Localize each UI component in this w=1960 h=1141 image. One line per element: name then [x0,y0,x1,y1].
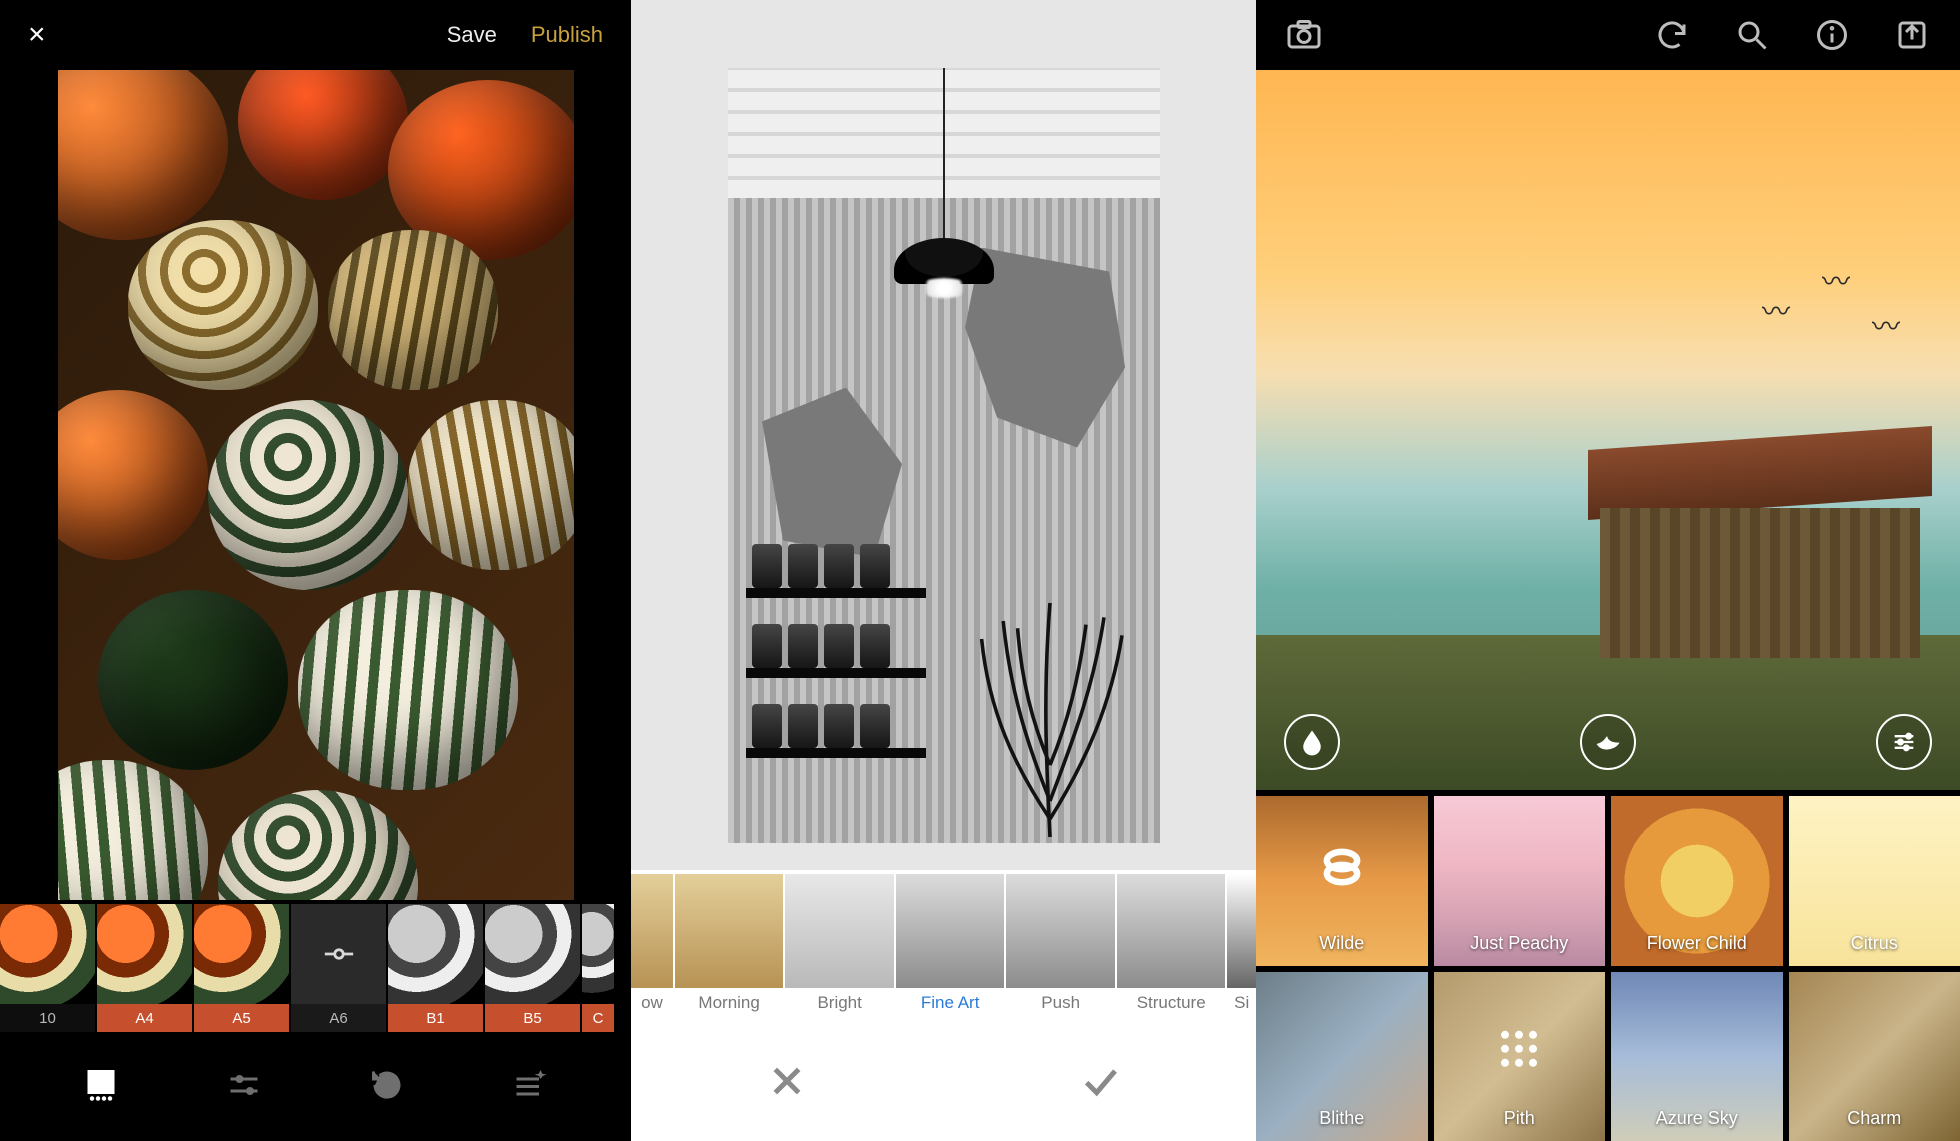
editor-panel-vsco: × Save Publish 10A4A5A6B1B5C [0,0,631,1141]
texture-label: Pith [1504,1108,1535,1129]
filter-thumb [896,874,1005,988]
plant-decoration [960,543,1140,843]
preset-A4[interactable]: A4 [97,904,192,1032]
grid-dots-icon [1501,1031,1537,1067]
photo-image [728,68,1160,843]
filter-label: Morning [675,988,784,1018]
photo-image [58,70,574,900]
filter-bright[interactable]: Bright [785,874,894,1018]
tab-adjust-icon[interactable] [224,1065,264,1105]
filter-fine-art[interactable]: Fine Art [896,874,1005,1018]
preset-label: 10 [0,1004,95,1032]
header-bar [1256,0,1960,70]
texture-wilde[interactable]: Wilde [1256,796,1428,966]
drop-tool-button[interactable] [1284,714,1340,770]
barn-illustration [1600,448,1920,658]
filter-thumb [785,874,894,988]
action-bar [631,1020,1256,1141]
filter-thumb [631,874,673,988]
preset-thumb [485,904,580,1004]
texture-charm[interactable]: Charm [1789,972,1960,1141]
texture-label: Wilde [1319,933,1364,954]
preset-thumb [291,904,386,1004]
preset-thumb [582,904,614,1004]
texture-grid: Wilde Just Peachy Flower Child Citrus Blith… [1256,790,1960,1141]
bird-tool-button[interactable] [1580,714,1636,770]
confirm-button[interactable] [1077,1058,1123,1104]
texture-label: Azure Sky [1656,1108,1738,1129]
sliders-tool-button[interactable] [1876,714,1932,770]
tab-presets-icon[interactable] [81,1065,121,1105]
preset-thumb [97,904,192,1004]
cancel-button[interactable] [764,1058,810,1104]
texture-blithe[interactable]: Blithe [1256,972,1428,1141]
info-icon[interactable] [1812,15,1852,55]
preset-10[interactable]: 10 [0,904,95,1032]
preset-label: A4 [97,1004,192,1032]
texture-label: Just Peachy [1470,933,1568,954]
preset-label: A5 [194,1004,289,1032]
filter-ow[interactable]: ow [631,874,673,1018]
texture-azure-sky[interactable]: Azure Sky [1611,972,1783,1141]
filter-thumb [1006,874,1115,988]
preset-strip[interactable]: 10A4A5A6B1B5C [0,900,631,1036]
filter-thumb [1117,874,1226,988]
bird-icon: 〰 [1762,290,1790,330]
filter-push[interactable]: Push [1006,874,1115,1018]
preset-label: C [582,1004,614,1032]
texture-citrus[interactable]: Citrus [1789,796,1960,966]
filter-label: Structure [1117,988,1226,1018]
tab-history-icon[interactable] [367,1065,407,1105]
preset-A6[interactable]: A6 [291,904,386,1032]
overlay-button-row [1256,714,1960,770]
rings-icon [1316,841,1368,898]
save-button[interactable]: Save [447,22,497,48]
filter-si[interactable]: Si [1227,874,1256,1018]
filter-label: Si [1227,988,1256,1018]
texture-flower-child[interactable]: Flower Child [1611,796,1783,966]
filter-label: Fine Art [896,988,1005,1018]
tab-recipes-icon[interactable] [510,1065,550,1105]
preset-label: B1 [388,1004,483,1032]
filter-label: ow [631,988,673,1018]
share-icon[interactable] [1892,15,1932,55]
texture-label: Citrus [1851,933,1898,954]
preset-thumb [388,904,483,1004]
close-button[interactable]: × [28,20,46,50]
preset-B5[interactable]: B5 [485,904,580,1032]
preset-C[interactable]: C [582,904,614,1032]
filter-morning[interactable]: Morning [675,874,784,1018]
photo-canvas[interactable]: 〰 〰 〰 [1256,70,1960,790]
texture-label: Charm [1847,1108,1901,1129]
editor-panel-textures: 〰 〰 〰 Wilde Just Peachy Flower Child Citrus… [1256,0,1960,1141]
header-actions: Save Publish [447,22,603,48]
filter-strip[interactable]: owMorningBrightFine ArtPushStructureSi [631,870,1256,1020]
preset-label: B5 [485,1004,580,1032]
texture-label: Blithe [1319,1108,1364,1129]
filter-label: Bright [785,988,894,1018]
undo-icon[interactable] [1652,15,1692,55]
texture-label: Flower Child [1647,933,1747,954]
bird-icon: 〰 [1872,305,1900,345]
bottom-tab-bar [0,1036,631,1141]
preset-thumb [194,904,289,1004]
filter-thumb [675,874,784,988]
search-icon[interactable] [1732,15,1772,55]
filter-thumb [1227,874,1256,988]
texture-just-peachy[interactable]: Just Peachy [1434,796,1606,966]
texture-pith[interactable]: Pith [1434,972,1606,1141]
camera-icon[interactable] [1284,15,1324,55]
photo-canvas[interactable] [0,70,631,900]
preset-label: A6 [291,1004,386,1032]
publish-button[interactable]: Publish [531,22,603,48]
editor-panel-light: owMorningBrightFine ArtPushStructureSi [631,0,1256,1141]
preset-A5[interactable]: A5 [194,904,289,1032]
photo-canvas[interactable] [631,0,1256,870]
bird-icon: 〰 [1822,260,1850,300]
preset-B1[interactable]: B1 [388,904,483,1032]
header-bar: × Save Publish [0,0,631,70]
preset-thumb [0,904,95,1004]
filter-structure[interactable]: Structure [1117,874,1226,1018]
filter-label: Push [1006,988,1115,1018]
